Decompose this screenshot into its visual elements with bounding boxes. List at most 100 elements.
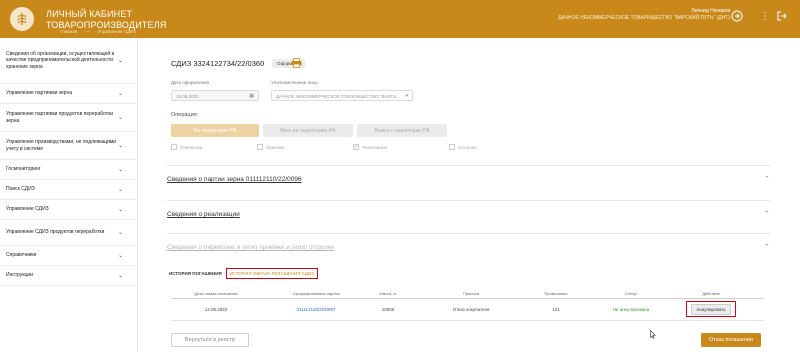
section-title[interactable]: Сведения о перевозке и (или) приемке и (… [167, 244, 334, 251]
sidebar: Сведения об организации, осуществляющей … [0, 38, 138, 352]
annul-highlight: Аннулировать [686, 301, 736, 317]
section-sale[interactable]: Сведения о реализации ⌃ [167, 200, 770, 230]
chevron-down-icon: ⌄ [117, 272, 123, 279]
sidebar-item-manage-sdiz[interactable]: Управление СДИЗ ⌄ [0, 200, 137, 220]
app-header: ЛИЧНЫЙ КАБИНЕТ ТОВАРОПРОИЗВОДИТЕЛЯ Главн… [0, 0, 800, 38]
tab-history-refusal[interactable]: ИСТОРИЯ ОБРАЗА ПОГАШЕНИЯ СДИЗ [225, 268, 319, 279]
sidebar-item-grain-batches[interactable]: Управление партиями зерна ⌄ [0, 84, 137, 104]
sidebar-item-label: Сведения об организации, осуществляющей … [6, 50, 115, 70]
user-name: Леонид Начаров [691, 8, 730, 14]
operation-export-button[interactable]: Вывоз с территории РФ [357, 124, 447, 137]
column-header: Статус [624, 291, 638, 296]
sidebar-item-label: Управление СДИЗ продуктов переработки [6, 229, 105, 236]
column-header: Примечание [544, 291, 568, 296]
checkbox-icon [257, 144, 263, 150]
org-label: Уполномоченное лицо [271, 80, 318, 85]
chevron-down-icon: ⌄ [117, 206, 123, 213]
date-field[interactable]: 15.09.2022 ▦ [171, 90, 259, 101]
sidebar-item-instructions[interactable]: Инструкции ⌄ [0, 266, 137, 286]
breadcrumb-home[interactable]: Главная [60, 29, 77, 34]
sidebar-item-label: Управление производствами, не подлежащим… [6, 139, 117, 152]
chevron-down-icon: ⌄ [117, 57, 123, 64]
checkbox-sale[interactable]: ✓ Реализация [353, 144, 387, 150]
history-tabs: ИСТОРИЯ ПОГАШЕНИЯ ИСТОРИЯ ОБРАЗА ПОГАШЕН… [169, 268, 319, 279]
sidebar-item-processed-batches[interactable]: Управление партиями продуктов переработк… [0, 104, 137, 132]
sidebar-item-directories[interactable]: Справочники ⌄ [0, 246, 137, 266]
chevron-up-icon[interactable]: ⌃ [764, 243, 770, 251]
annul-button[interactable]: Аннулировать [691, 303, 731, 315]
operation-domestic-button[interactable]: На территории РФ [171, 124, 259, 137]
checkbox-label: Реализация [362, 144, 388, 150]
tab-history[interactable]: ИСТОРИЯ ПОГАШЕНИЯ [169, 271, 222, 276]
switch-user-icon[interactable] [730, 9, 744, 23]
refuse-redemption-button[interactable]: Отказ погашения [701, 333, 761, 347]
table-header-divider [171, 298, 764, 299]
cell-note: 121 [552, 307, 560, 312]
dropdown-arrow-icon: ▾ [405, 93, 408, 99]
column-header: Масса, кг [379, 291, 397, 296]
print-icon[interactable] [291, 58, 302, 68]
org-select[interactable]: ДАЧНОЕ НЕКОММЕРЧЕСКОЕ ТОВАРИЩЕСТВО "ВАРС… [271, 90, 413, 101]
operation-label: Операция: [171, 112, 199, 118]
sidebar-item-label: Управление партиями продуктов переработк… [6, 111, 114, 124]
mouse-cursor-icon [650, 330, 656, 339]
cell-reason: Отказ покупателя [452, 307, 490, 312]
sidebar-item-monitoring[interactable]: Госмониторинг ⌄ [0, 160, 137, 180]
app-title: ЛИЧНЫЙ КАБИНЕТ ТОВАРОПРОИЗВОДИТЕЛЯ [46, 9, 167, 31]
section-transport[interactable]: Сведения о перевозке и (или) приемке и (… [167, 233, 770, 263]
checkbox-icon [449, 144, 455, 150]
back-to-registry-button[interactable]: Вернуться в реестр [171, 333, 249, 347]
sidebar-item-search-sdiz[interactable]: Поиск СДИЗ ⌄ [0, 180, 137, 200]
cell-batch-link[interactable]: 011112110/22/0097 [276, 307, 356, 312]
checkbox-label: Приемка [266, 144, 285, 150]
sidebar-item-organization[interactable]: Сведения об организации, осуществляющей … [0, 38, 137, 84]
sidebar-item-label: Госмониторинг [6, 166, 41, 173]
chevron-down-icon: ⌄ [117, 166, 123, 173]
checkbox-shipment[interactable]: Отгрузка [449, 144, 477, 150]
section-grain-batch[interactable]: Сведения о партии зерна 011112110/22/009… [167, 165, 770, 195]
logout-icon[interactable] [775, 9, 789, 23]
sidebar-item-label: Справочники [6, 252, 37, 259]
cell-mass: 10000 [381, 307, 395, 312]
chevron-down-icon: ⌄ [117, 114, 123, 121]
cell-date: 14.09.2022 [204, 307, 228, 312]
breadcrumb-separator: — [85, 29, 90, 34]
checkbox-label: Перевозка [180, 144, 203, 150]
chevron-up-icon[interactable]: ⌃ [764, 175, 770, 183]
section-title[interactable]: Сведения о партии зерна 011112110/22/009… [167, 176, 302, 183]
checkbox-icon [171, 144, 177, 150]
column-header: Дата отказа погашения [194, 291, 238, 296]
checkmark-icon: ✓ [353, 144, 359, 150]
breadcrumb-current: Управление СДИЗ [97, 29, 137, 34]
table-row-divider [171, 320, 764, 321]
checkbox-label: Отгрузка [458, 144, 477, 150]
main-content: СДИЗ 3324122734/22/0360 Оформлен Дата оф… [139, 38, 800, 352]
page-title: СДИЗ 3324122734/22/0360 [171, 59, 265, 68]
calendar-icon: ▦ [249, 93, 254, 99]
chevron-down-icon: ⌄ [117, 90, 123, 97]
more-vertical-icon[interactable]: ⋮ [758, 9, 772, 23]
chevron-up-icon[interactable]: ⌃ [764, 210, 770, 218]
sidebar-item-manage-sdiz-processed[interactable]: Управление СДИЗ продуктов переработки ⌄ [0, 220, 137, 246]
operation-import-button[interactable]: Ввоз на территорию РФ [263, 124, 353, 137]
cell-status: Не аннулирована [612, 307, 650, 312]
checkbox-transport[interactable]: Перевозка [171, 144, 202, 150]
sidebar-item-productions[interactable]: Управление производствами, не подлежащим… [0, 132, 137, 160]
sidebar-item-label: Управление партиями зерна [6, 90, 73, 97]
column-header: Причина [462, 291, 480, 296]
date-label: Дата оформления [171, 80, 210, 85]
section-title[interactable]: Сведения о реализации [167, 211, 240, 218]
sidebar-item-label: Поиск СДИЗ [6, 186, 35, 193]
column-header: Сформированная партия [292, 291, 340, 296]
logo-icon[interactable] [10, 7, 34, 31]
chevron-down-icon: ⌄ [117, 186, 123, 193]
column-header: Действие [702, 291, 720, 296]
org-value: ДАЧНОЕ НЕКОММЕРЧЕСКОЕ ТОВАРИЩЕСТВО "ВАРС… [276, 94, 400, 99]
date-value: 15.09.2022 [176, 94, 199, 99]
chevron-down-icon: ⌄ [117, 229, 123, 236]
user-organization: ДАЧНОЕ НЕКОММЕРЧЕСКОЕ ТОВАРИЩЕСТВО "ВАРС… [558, 15, 730, 21]
app-title-line1: ЛИЧНЫЙ КАБИНЕТ [46, 9, 133, 19]
chevron-down-icon: ⌄ [117, 252, 123, 259]
sidebar-item-label: Управление СДИЗ [6, 206, 49, 213]
checkbox-acceptance[interactable]: Приемка [257, 144, 284, 150]
